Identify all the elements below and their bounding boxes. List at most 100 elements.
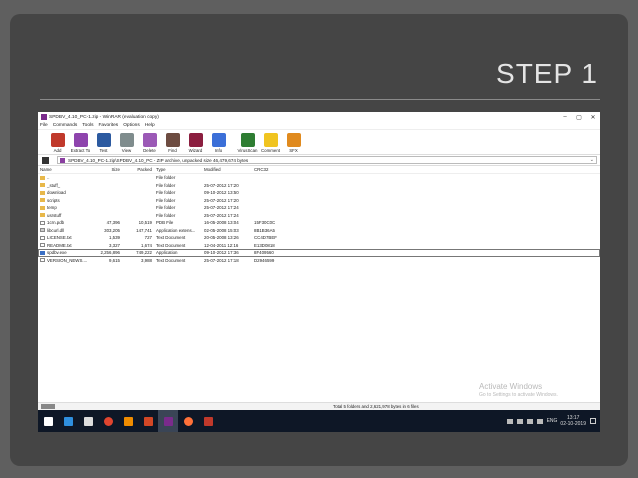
toolbar-button-label: Test: [99, 148, 108, 153]
toolbar-button-10[interactable]: SFX: [282, 133, 305, 153]
column-size[interactable]: Size: [88, 167, 120, 172]
taskbar-app-7[interactable]: [178, 410, 198, 432]
file-row[interactable]: spdbv.exe 2,256,896 749,222 Application 09-1…: [38, 249, 600, 257]
file-name: VERSION_NEWS....: [47, 257, 88, 263]
test-icon: [96, 133, 111, 147]
file-type-cell: Text Document: [156, 257, 186, 263]
toolbar-button-8[interactable]: VirusScan: [236, 133, 259, 153]
taskbar-app-1[interactable]: [58, 410, 78, 432]
file-row[interactable]: usrstuff File folder 25-07-2012 17:24: [38, 212, 600, 220]
file-type-cell: Application: [156, 250, 178, 256]
chrome-icon: [103, 416, 113, 426]
column-type[interactable]: Type: [152, 167, 202, 172]
file-row[interactable]: temp File folder 25-07-2012 17:24: [38, 204, 600, 212]
taskbar-app-4[interactable]: [118, 410, 138, 432]
up-folder-icon[interactable]: [42, 156, 49, 164]
notification-icon[interactable]: [590, 418, 596, 424]
folder-icon: [40, 205, 45, 210]
toolbar-button-5[interactable]: Find: [161, 133, 184, 153]
file-name-cell: _stuff_: [38, 183, 88, 188]
taskbar-app-8[interactable]: [198, 410, 218, 432]
file-row[interactable]: download File folder 09-10-2012 13:50: [38, 189, 600, 197]
file-crc-cell: CC4D7BEF: [254, 235, 277, 241]
language-indicator[interactable]: ENG: [547, 418, 558, 424]
menu-help[interactable]: Help: [145, 123, 155, 128]
file-type-cell: File folder: [156, 212, 176, 218]
find-icon: [165, 133, 180, 147]
clock[interactable]: 13:17 02-10-2019: [560, 415, 586, 427]
battery-icon[interactable]: [516, 418, 523, 424]
taskbar-apps: [38, 410, 218, 432]
file-name-cell: README.txt: [38, 243, 88, 248]
file-modified-cell: 25-07-2012 17:18: [204, 257, 239, 263]
file-packed-cell: 3,988: [141, 257, 152, 263]
taskbar-app-2[interactable]: [78, 410, 98, 432]
toolbar-button-4[interactable]: Delete: [138, 133, 161, 153]
column-name[interactable]: Name: [38, 167, 88, 172]
status-bar: Total 5 folders and 2,621,978 bytes in 6…: [38, 402, 600, 410]
file-row[interactable]: VERSION_NEWS.... 9,615 3,988 Text Document 2…: [38, 257, 600, 265]
network-icon[interactable]: [526, 418, 533, 424]
file-crc-cell: 15F30C0C: [254, 220, 276, 226]
toolbar-button-6[interactable]: Wizard: [184, 133, 207, 153]
column-modified[interactable]: Modified: [202, 167, 250, 172]
drive-icon: [41, 404, 55, 409]
file-size-cell: 3,327: [109, 242, 120, 248]
toolbar-button-3[interactable]: View: [115, 133, 138, 153]
file-name: download: [47, 190, 66, 196]
wizard-icon: [188, 133, 203, 147]
volume-icon[interactable]: [536, 418, 543, 424]
menu-tools[interactable]: Tools: [82, 123, 93, 128]
path-field[interactable]: SPDBV_4.10_PC-1.zip\SPDBV_4.10_PC - ZIP …: [57, 156, 597, 164]
taskbar-app-3[interactable]: [98, 410, 118, 432]
file-row[interactable]: _stuff_ File folder 25-07-2012 17:20: [38, 182, 600, 190]
folder-icon: [40, 198, 45, 203]
maximize-button[interactable]: ▢: [572, 114, 586, 121]
toolbar-button-2[interactable]: Test: [92, 133, 115, 153]
toolbar-button-label: View: [121, 148, 132, 153]
column-crc32[interactable]: CRC32: [250, 167, 290, 172]
menu-file[interactable]: File: [40, 123, 48, 128]
chevron-down-icon[interactable]: ⌄: [590, 157, 596, 163]
path-bar: SPDBV_4.10_PC-1.zip\SPDBV_4.10_PC - ZIP …: [38, 155, 600, 166]
file-name-cell: VERSION_NEWS....: [38, 258, 88, 263]
menu-favorites[interactable]: Favorites: [98, 123, 118, 128]
column-packed[interactable]: Packed: [120, 167, 152, 172]
comment-icon: [263, 133, 278, 147]
chevron-up-icon[interactable]: [506, 418, 513, 424]
toolbar-button-7[interactable]: Info: [207, 133, 230, 153]
sfx-icon: [286, 133, 301, 147]
minimize-button[interactable]: –: [558, 114, 572, 120]
file-row[interactable]: LICENSE.txt 1,539 727 Text Document 20-05-20…: [38, 234, 600, 242]
folder-icon: [40, 175, 45, 180]
file-type-cell: File folder: [156, 205, 176, 211]
watermark-subtitle: Go to Settings to activate Windows.: [479, 392, 558, 398]
title-divider: [40, 99, 600, 100]
taskbar: ENG 13:17 02-10-2019: [38, 410, 600, 432]
file-row[interactable]: .. File folder: [38, 174, 600, 182]
taskbar-app-0[interactable]: [38, 410, 58, 432]
toolbar-button-label: Add: [53, 148, 62, 153]
file-icon: [40, 220, 45, 225]
file-row[interactable]: libcurl.dll 303,205 147,741 Application ext…: [38, 227, 600, 235]
file-row[interactable]: 1crn.pdb 47,396 10,519 PDB File 16-05-2008 1…: [38, 219, 600, 227]
toolbar-button-9[interactable]: Comment: [259, 133, 282, 153]
winrar-icon: [163, 416, 173, 426]
menu-commands[interactable]: Commands: [53, 123, 78, 128]
file-name: ..: [47, 175, 50, 181]
file-modified-cell: 25-07-2012 17:24: [204, 205, 239, 211]
toolbar-button-1[interactable]: Extract To: [69, 133, 92, 153]
file-name-cell: ..: [38, 175, 88, 180]
close-button[interactable]: ✕: [586, 114, 600, 121]
menu-options[interactable]: Options: [123, 123, 140, 128]
toolbar-button-0[interactable]: Add: [46, 133, 69, 153]
file-row[interactable]: README.txt 3,327 1,674 Text Document 12-04-2…: [38, 242, 600, 250]
file-type-cell: Text Document: [156, 242, 186, 248]
taskbar-app-6[interactable]: [158, 410, 178, 432]
taskbar-app-5[interactable]: [138, 410, 158, 432]
file-list: Name Size Packed Type Modified CRC32 .. F…: [38, 166, 600, 392]
virusscan-icon: [240, 133, 255, 147]
toolbar: Add Extract To Test View Delete Find Wizard Inf…: [38, 130, 600, 155]
vlc-icon: [123, 416, 133, 426]
file-row[interactable]: scripts File folder 25-07-2012 17:20: [38, 197, 600, 205]
